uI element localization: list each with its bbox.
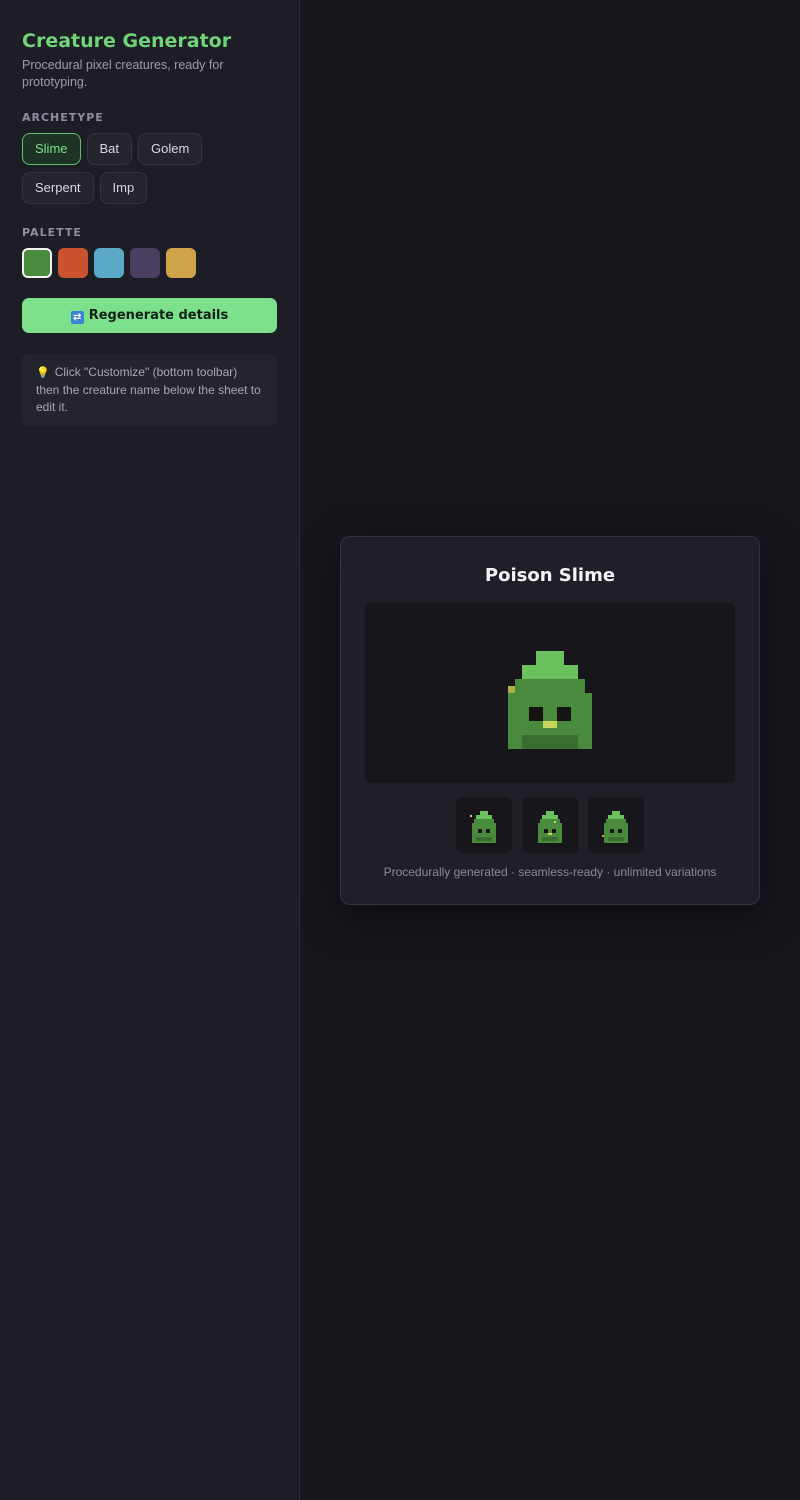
- app-subtitle: Procedural pixel creatures, ready for pr…: [22, 58, 224, 89]
- archetype-chip-golem[interactable]: Golem: [138, 133, 203, 165]
- palette-swatches: [22, 248, 277, 278]
- creature-preview: [365, 603, 735, 783]
- slime-crown: [522, 665, 578, 679]
- slime-top: [536, 651, 564, 665]
- slime-sprite-thumb: [470, 811, 496, 843]
- variation-thumb-1[interactable]: [456, 797, 512, 853]
- slime-sprite-large: [508, 651, 592, 749]
- variation-thumb-3[interactable]: [588, 797, 644, 853]
- slime-sprite-thumb: [538, 811, 562, 843]
- slime-eye-left: [529, 707, 543, 721]
- creature-sheet: Poison Slime Procedurally generated · se…: [340, 536, 760, 905]
- regenerate-label: Regenerate details: [88, 308, 229, 323]
- palette-swatch-orange[interactable]: [58, 248, 88, 278]
- archetype-label: ARCHETYPE: [22, 111, 104, 124]
- palette-swatch-purple[interactable]: [130, 248, 160, 278]
- archetype-chip-slime[interactable]: Slime: [22, 133, 81, 165]
- regenerate-button[interactable]: ⇄ Regenerate details: [22, 298, 277, 333]
- palette-swatch-green[interactable]: [22, 248, 52, 278]
- variation-thumb-2[interactable]: [522, 797, 578, 853]
- slime-eye-right: [557, 707, 571, 721]
- archetype-chips: Slime Bat Golem Serpent Imp: [22, 133, 278, 204]
- slime-base: [522, 735, 578, 749]
- archetype-chip-serpent[interactable]: Serpent: [22, 172, 94, 204]
- tip-box: 💡 Click "Customize" (bottom toolbar) then…: [22, 354, 277, 426]
- palette-swatch-blue[interactable]: [94, 248, 124, 278]
- sheet-footnote: Procedurally generated · seamless-ready …: [383, 865, 717, 879]
- archetype-chip-bat[interactable]: Bat: [86, 133, 133, 165]
- slime-sprite-thumb: [602, 811, 628, 843]
- app-title: Creature Generator: [22, 30, 232, 52]
- palette-swatch-gold[interactable]: [166, 248, 196, 278]
- tip-text: Click "Customize" (bottom toolbar) then …: [36, 365, 261, 414]
- creature-name[interactable]: Poison Slime: [341, 564, 759, 588]
- lightbulb-icon: 💡: [36, 367, 50, 379]
- archetype-chip-imp[interactable]: Imp: [99, 172, 148, 204]
- variation-thumbnails: [456, 797, 644, 853]
- slime-spot: [508, 686, 515, 693]
- palette-label: PALETTE: [22, 226, 82, 239]
- sidebar: Creature Generator Procedural pixel crea…: [0, 0, 300, 1500]
- slime-mouth: [543, 721, 557, 728]
- slime-shoulder: [515, 679, 585, 693]
- shuffle-icon: ⇄: [70, 311, 84, 324]
